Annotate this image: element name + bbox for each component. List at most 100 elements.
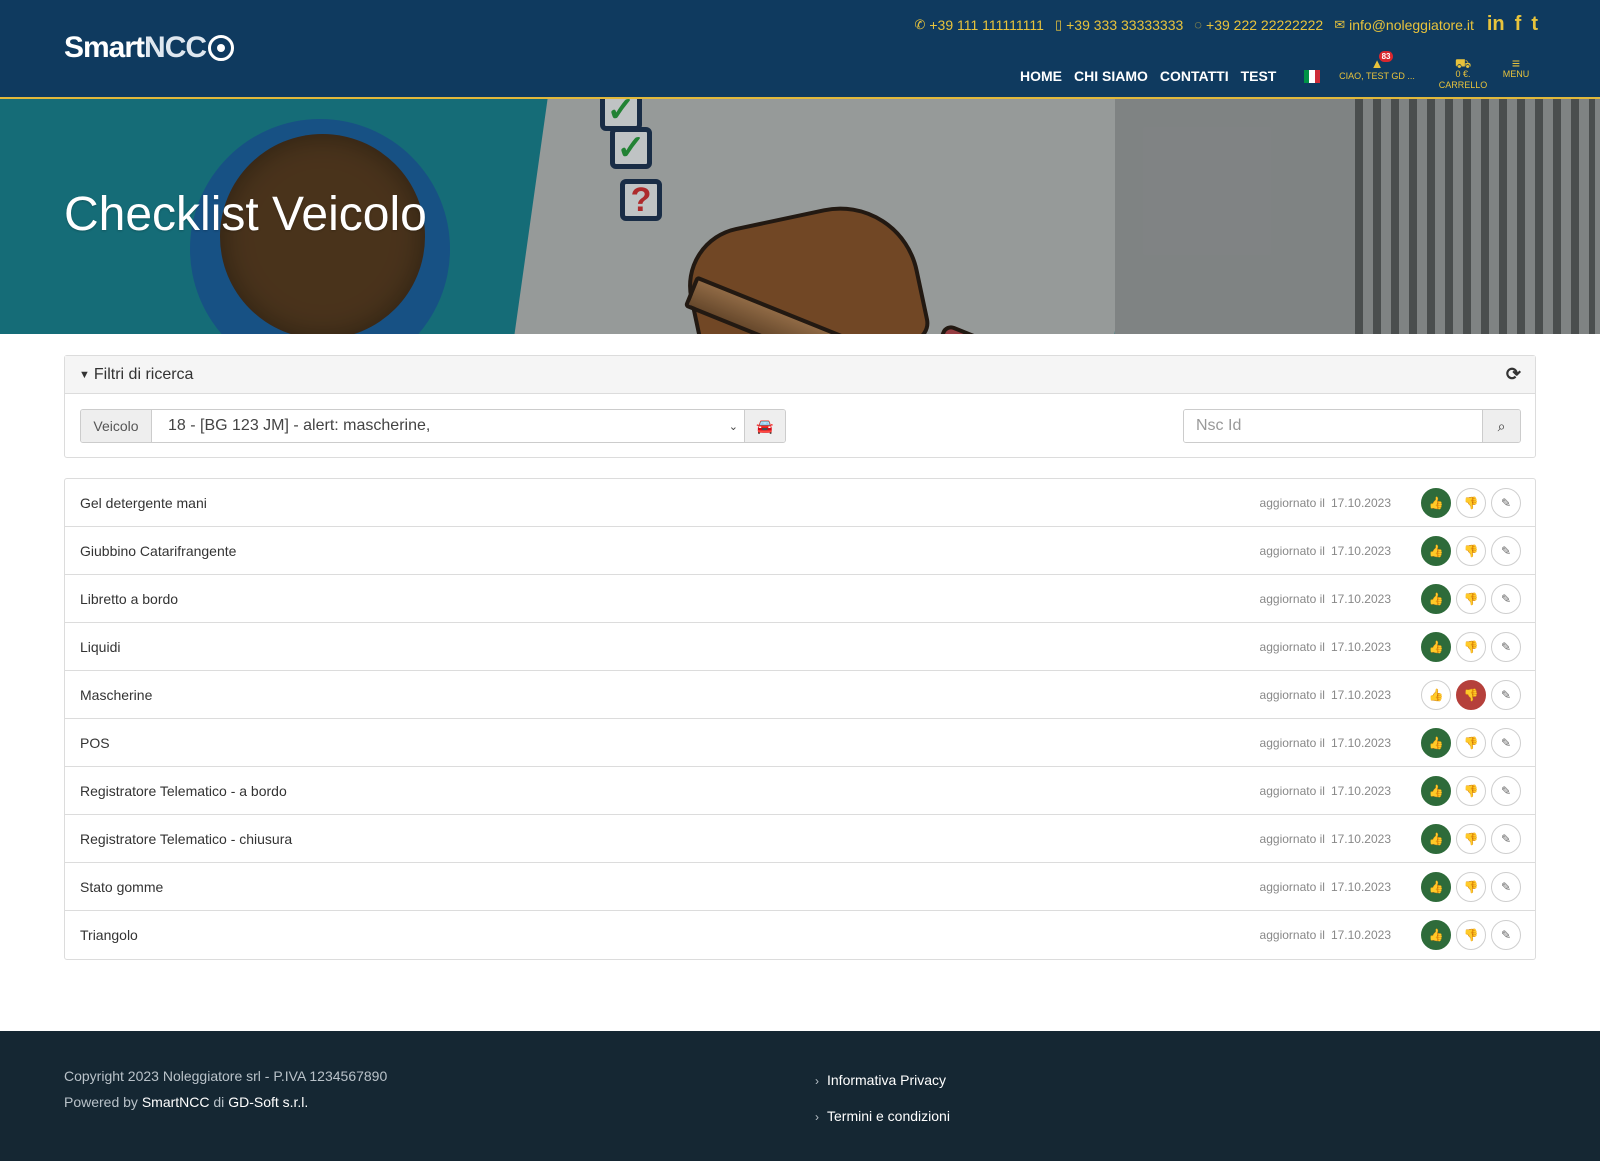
nav-test[interactable]: TEST [1241,68,1277,84]
checklist-item-updated: aggiornato il 17.10.2023 [1259,687,1391,702]
table-row: Stato gomme aggiornato il 17.10.2023 👍 👎 ✎ [65,863,1535,911]
cart-amount: 0 €. [1455,69,1471,79]
site-logo[interactable]: Smart NCC [64,31,235,65]
pencil-icon[interactable]: ✎ [1491,727,1521,758]
nav-contatti[interactable]: CONTATTI [1160,68,1229,84]
checklist-table: Gel detergente mani aggiornato il 17.10.20… [64,478,1536,960]
contact-whatsapp[interactable]: ◌ +39 222 22222222 [1194,17,1323,33]
contact-phone[interactable]: ✆ +39 111 111111111 [914,17,1043,33]
phone-icon: ✆ [914,16,926,32]
vehicle-label: Veicolo [81,410,152,442]
pencil-icon[interactable]: ✎ [1491,775,1521,806]
thumbs-down-icon[interactable]: 👎 [1456,823,1486,854]
pencil-icon[interactable]: ✎ [1491,679,1521,710]
footer-copyright: Copyright 2023 Noleggiatore srl - P.IVA … [64,1068,388,1110]
thumbs-up-icon[interactable]: 👍 [1421,823,1451,854]
footer-link-privacy[interactable]: › Informativa Privacy [815,1063,950,1099]
checklist-item-updated: aggiornato il 17.10.2023 [1259,495,1391,510]
menu-button[interactable]: ≡ MENU [1494,56,1538,80]
pencil-icon[interactable]: ✎ [1491,487,1521,518]
checklist-item-name: Triangolo [80,927,138,943]
footer-link-terms[interactable]: › Termini e condizioni [815,1099,950,1135]
notification-badge: 83 [1378,51,1394,62]
thumbs-down-icon[interactable]: 👎 [1456,583,1486,614]
table-row: Mascherine aggiornato il 17.10.2023 👍 👎 ✎ [65,671,1535,719]
thumbs-down-icon[interactable]: 👎 [1456,631,1486,662]
nsc-id-input[interactable] [1184,410,1482,442]
user-menu[interactable]: ▲ 83 CIAO, TEST GD ... [1334,51,1420,81]
checklist-item-name: Stato gomme [80,878,164,895]
cart-icon: ⛟ [1454,56,1472,71]
thumbs-down-icon[interactable]: 👎 [1456,920,1486,950]
footer-link-gdsoft[interactable]: GD-Soft s.r.l. [228,1094,308,1110]
checklist-item-updated: aggiornato il 17.10.2023 [1259,879,1391,894]
checklist-item-name: Liquidi [80,638,121,655]
footer-link-smartncc[interactable]: SmartNCC [142,1094,210,1110]
thumbs-down-icon[interactable]: 👎 [1456,535,1486,566]
thumbs-down-icon[interactable]: 👎 [1456,871,1486,902]
checklist-item-updated: aggiornato il 17.10.2023 [1259,591,1391,606]
thumbs-down-icon[interactable]: 👎 [1456,679,1486,710]
nav-home[interactable]: HOME [1020,68,1062,84]
social-links: in f t [1487,13,1538,36]
facebook-icon[interactable]: f [1515,13,1522,36]
pencil-icon[interactable]: ✎ [1491,823,1521,854]
cart-label: CARRELLO [1438,80,1488,90]
checklist-item-updated: aggiornato il 17.10.2023 [1259,928,1391,942]
thumbs-up-icon[interactable]: 👍 [1421,775,1451,806]
site-footer: Copyright 2023 Noleggiatore srl - P.IVA … [0,1031,1600,1161]
thumbs-down-icon[interactable]: 👎 [1456,487,1486,518]
thumbs-up-icon[interactable]: 👍 [1421,871,1451,902]
chevron-right-icon: › [815,1074,819,1088]
filter-panel: ▼ Filtri di ricerca ⟳ Veicolo 18 - [BG 12… [64,355,1536,458]
table-row: Registratore Telematico - chiusura aggior… [65,815,1535,863]
vehicle-select[interactable]: 18 - [BG 123 JM] - alert: mascherine, ⌄ [152,410,744,442]
thumbs-down-icon[interactable]: 👎 [1456,775,1486,806]
linkedin-icon[interactable]: in [1487,13,1505,36]
table-row: Liquidi aggiornato il 17.10.2023 👍 👎 ✎ [65,623,1535,671]
thumbs-down-icon[interactable]: 👎 [1456,727,1486,758]
checklist-item-name: Giubbino Catarifrangente [80,542,237,559]
table-row: Registratore Telematico - a bordo aggiorn… [65,767,1535,815]
contact-email[interactable]: ✉ info@noleggiatore.it [1334,17,1474,33]
main-nav: HOME CHI SIAMO CONTATTI TEST [1020,68,1276,84]
thumbs-up-icon[interactable]: 👍 [1421,535,1451,566]
cart-button[interactable]: ⛟ 0 €. CARRELLO [1430,56,1496,91]
thumbs-up-icon[interactable]: 👍 [1421,679,1451,710]
table-row: Triangolo aggiornato il 17.10.2023 👍 👎 ✎ [65,911,1535,959]
pencil-icon[interactable]: ✎ [1491,871,1521,902]
pencil-icon[interactable]: ✎ [1491,583,1521,614]
pencil-icon[interactable]: ✎ [1491,920,1521,950]
contact-mobile[interactable]: ▯ +39 333 33333333 [1055,17,1183,33]
thumbs-up-icon[interactable]: 👍 [1421,631,1451,662]
thumbs-up-icon[interactable]: 👍 [1421,583,1451,614]
search-icon[interactable]: ⌕ [1482,410,1520,442]
bell-icon[interactable]: ▲ 83 [1371,51,1394,71]
twitter-icon[interactable]: t [1531,13,1538,36]
thumbs-up-icon[interactable]: 👍 [1421,487,1451,518]
car-icon[interactable]: 🚘 [744,410,785,442]
page-title: Checklist Veicolo [64,188,427,241]
checklist-item-updated: aggiornato il 17.10.2023 [1259,639,1391,654]
checklist-item-name: Registratore Telematico - chiusura [80,830,293,847]
contact-bar: ✆ +39 111 111111111 ▯ +39 333 33333333 ◌ +3… [914,13,1538,36]
whatsapp-icon: ◌ [1194,17,1203,32]
table-row: Giubbino Catarifrangente aggiornato il 17.… [65,527,1535,575]
table-row: Gel detergente mani aggiornato il 17.10.20… [65,479,1535,527]
checklist-item-name: Gel detergente mani [80,494,207,511]
refresh-icon[interactable]: ⟳ [1506,364,1521,385]
nav-chi-siamo[interactable]: CHI SIAMO [1074,68,1148,84]
checklist-item-name: POS [80,734,110,751]
pencil-icon[interactable]: ✎ [1491,631,1521,662]
thumbs-up-icon[interactable]: 👍 [1421,920,1451,950]
checklist-item-updated: aggiornato il 17.10.2023 [1259,783,1391,798]
italian-flag-icon[interactable] [1304,70,1320,83]
checklist-item-name: Registratore Telematico - a bordo [80,782,287,799]
filter-panel-header[interactable]: ▼ Filtri di ricerca ⟳ [65,356,1535,394]
table-row: Libretto a bordo aggiornato il 17.10.2023 👍… [65,575,1535,623]
thumbs-up-icon[interactable]: 👍 [1421,727,1451,758]
filter-panel-title: Filtri di ricerca [93,365,194,383]
pencil-icon[interactable]: ✎ [1491,535,1521,566]
logo-smart: Smart [64,31,145,64]
menu-label: MENU [1502,69,1530,79]
